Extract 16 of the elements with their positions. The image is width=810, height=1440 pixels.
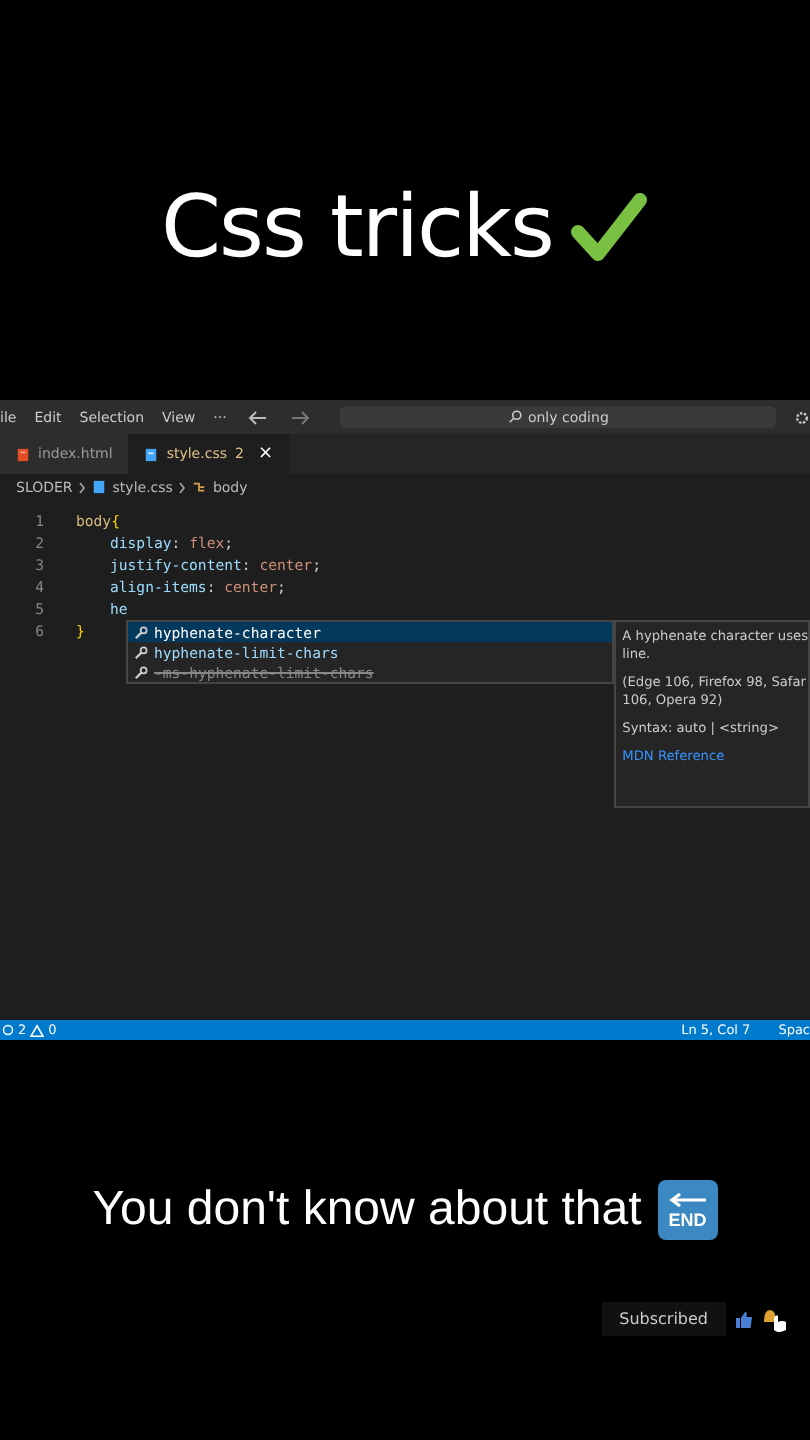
chevron-icon — [78, 481, 87, 493]
search-icon — [507, 410, 522, 424]
css-file-icon — [92, 480, 107, 494]
title: Css tricks — [161, 178, 553, 278]
caption: You don't know about that — [92, 1182, 642, 1238]
chevron-icon — [178, 481, 187, 493]
subscribed-button[interactable]: Subscribed — [601, 1302, 726, 1336]
bell-hand-drawing[interactable] — [762, 1305, 790, 1333]
warning-icon — [30, 1023, 45, 1037]
thumbs-up-icon[interactable] — [734, 1309, 754, 1329]
error-icon — [2, 1024, 14, 1036]
back-arrow-icon[interactable] — [248, 409, 269, 425]
html-file-icon — [16, 447, 30, 461]
selector-icon — [192, 480, 207, 494]
forward-arrow-icon[interactable] — [290, 409, 311, 425]
css-file-icon — [144, 447, 159, 461]
